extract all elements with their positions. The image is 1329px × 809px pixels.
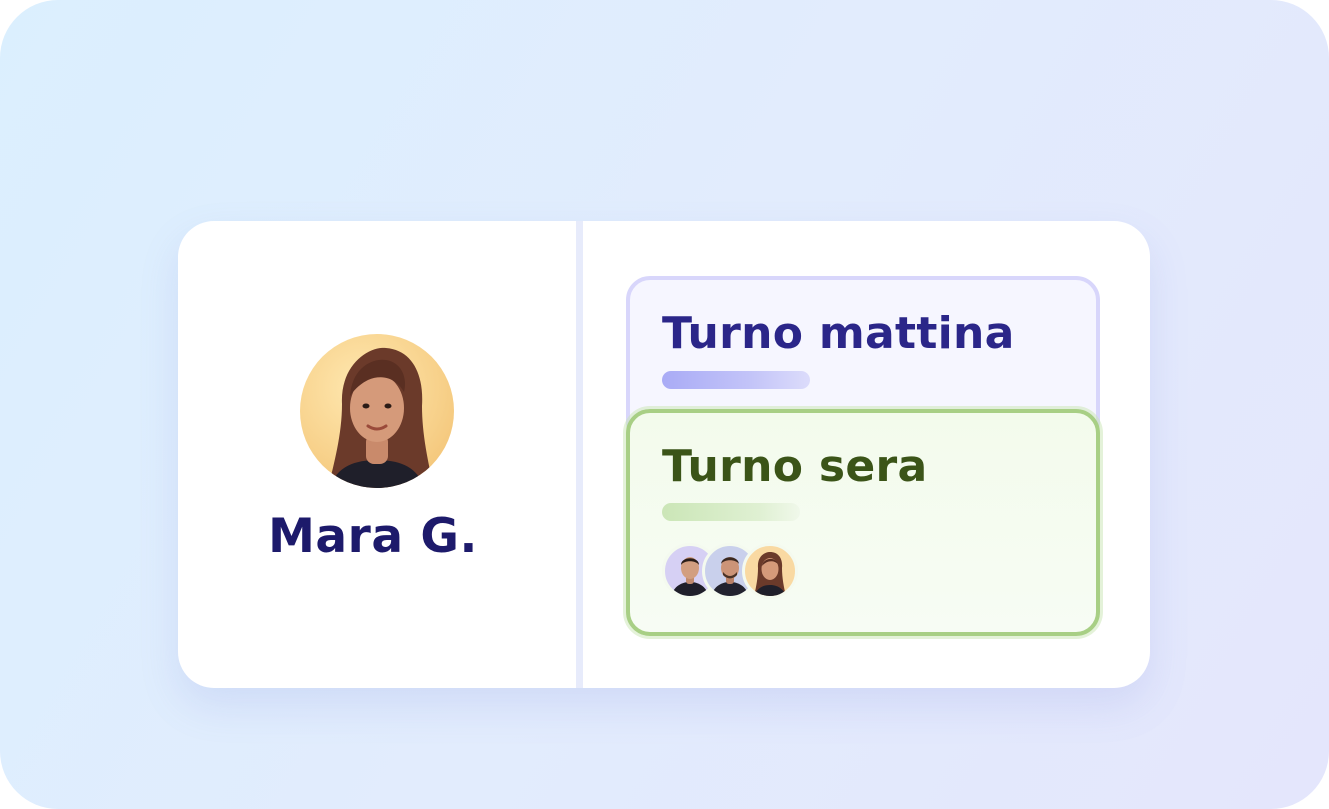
person-photo-icon: [328, 347, 434, 488]
panel-divider: [576, 221, 583, 688]
employee-profile[interactable]: Mara G.: [178, 221, 576, 688]
employee-avatar: [300, 334, 454, 488]
background-frame: Mara G. Turno mattina Turno sera: [0, 0, 1329, 809]
shift-title: Turno mattina: [662, 308, 1015, 359]
shift-evening-card[interactable]: Turno sera: [626, 409, 1100, 636]
employee-shift-card: Mara G. Turno mattina Turno sera: [178, 221, 1150, 688]
staff-avatar: [742, 543, 798, 599]
shift-detail-placeholder-bar: [662, 371, 810, 389]
shift-detail-placeholder-bar: [662, 503, 800, 521]
shift-title: Turno sera: [662, 441, 928, 492]
person-photo-icon: [754, 552, 786, 596]
assigned-staff-avatars[interactable]: [662, 543, 832, 601]
employee-name: Mara G.: [268, 509, 478, 564]
